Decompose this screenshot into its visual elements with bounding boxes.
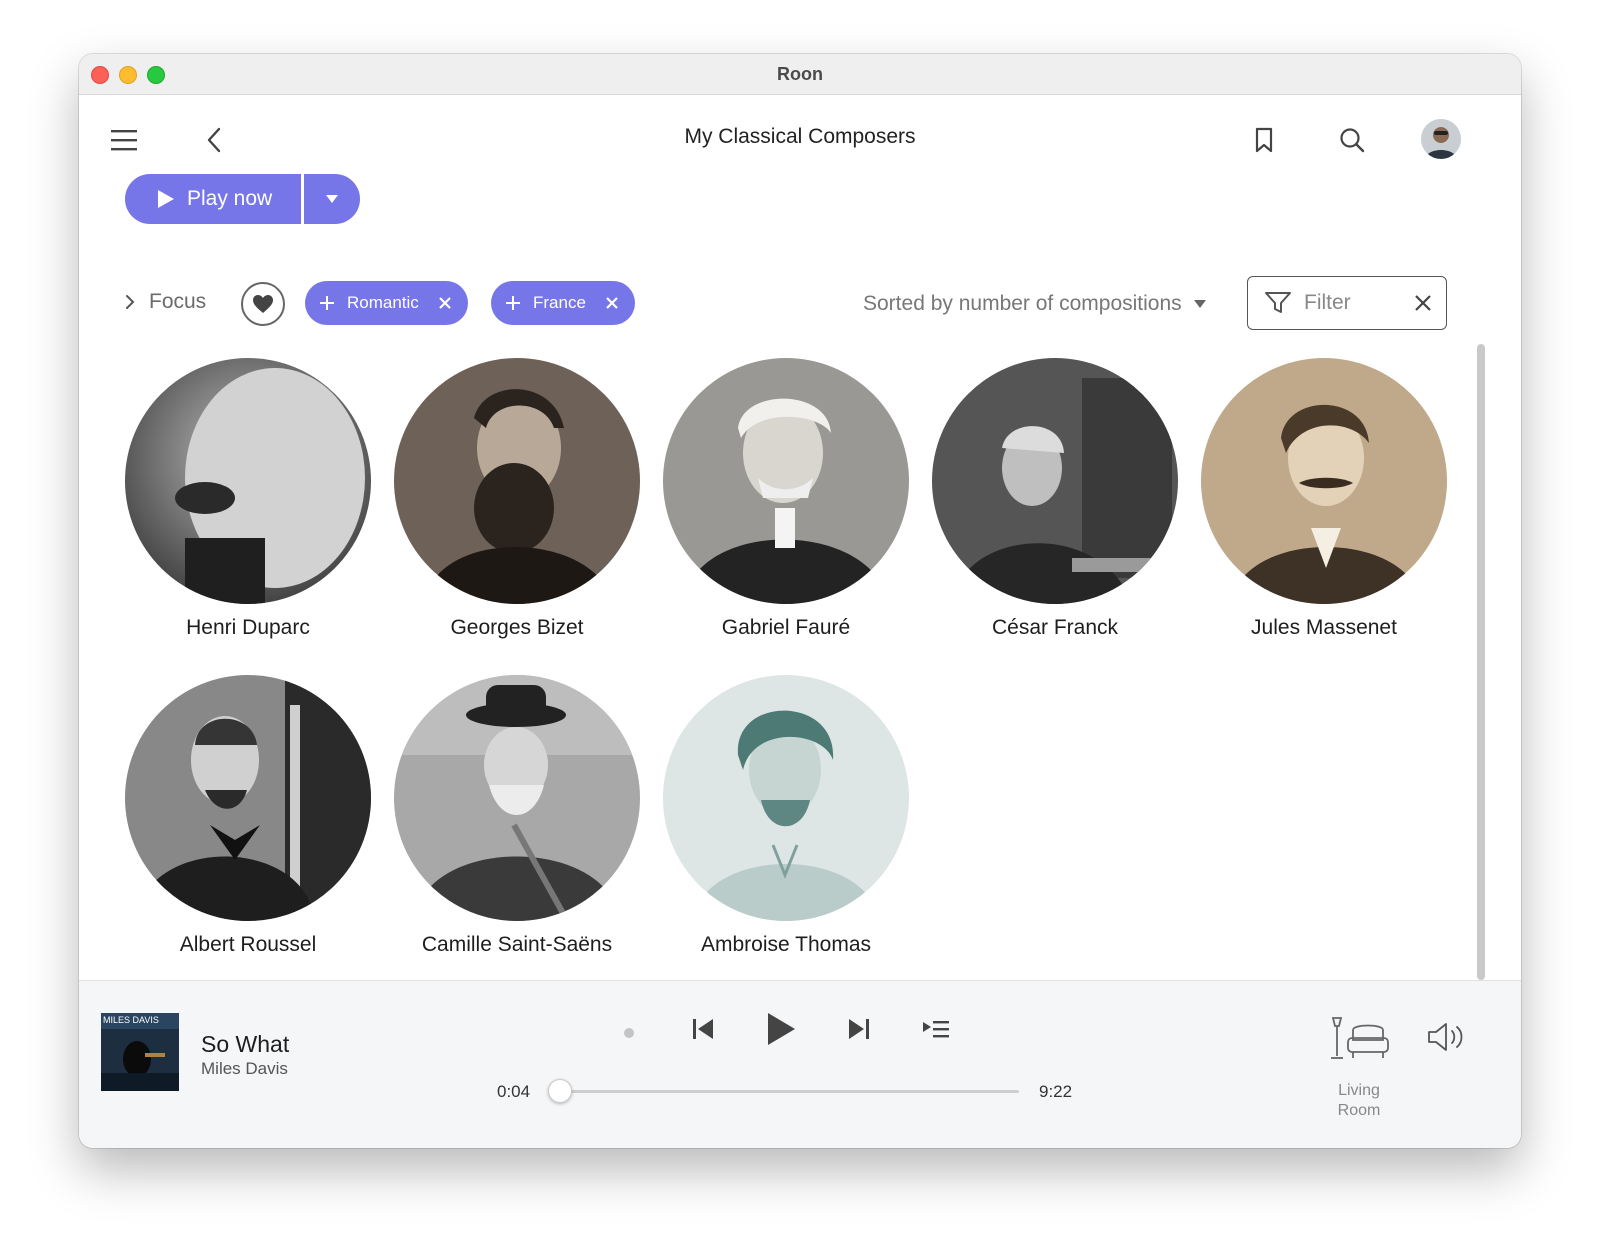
close-icon [1415, 295, 1431, 311]
album-art-text: MILES DAVIS [103, 1015, 159, 1025]
composer-card[interactable]: Jules Massenet [1201, 358, 1447, 640]
composer-name: Henri Duparc [186, 616, 310, 639]
user-avatar-icon [1421, 119, 1461, 159]
skip-next-icon [849, 1019, 869, 1039]
window-controls [91, 66, 165, 84]
composer-card[interactable]: Georges Bizet [394, 358, 640, 640]
composer-name: Ambroise Thomas [700, 933, 871, 956]
composer-name: Albert Roussel [179, 933, 317, 956]
scrollbar-thumb[interactable] [1477, 344, 1485, 980]
caret-down-icon [326, 195, 338, 203]
favorites-filter-button[interactable] [241, 282, 285, 326]
volume-button[interactable] [1425, 1019, 1471, 1055]
track-title[interactable]: So What [201, 1031, 289, 1058]
composer-card[interactable]: Henri Duparc [125, 358, 371, 640]
top-nav-bar: My Classical Composers [79, 95, 1521, 185]
title-bar: Roon [79, 54, 1521, 95]
composer-name: Camille Saint-Saëns [421, 933, 613, 956]
filter-bar: Focus Romantic France Sorted by number o… [79, 276, 1521, 332]
composer-card[interactable]: Gabriel Fauré [663, 358, 909, 640]
zone-picker-button[interactable] [1325, 1015, 1395, 1063]
remove-chip-button[interactable] [438, 296, 452, 310]
seek-track[interactable] [557, 1090, 1019, 1093]
radio-toggle[interactable] [617, 1021, 641, 1045]
chevron-right-icon [126, 295, 135, 309]
play-icon [768, 1013, 795, 1045]
zone-name-line: Living [1338, 1082, 1380, 1099]
composer-card[interactable]: Albert Roussel [125, 675, 371, 957]
now-playing-bar: MILES DAVIS So What Miles Davis 0:04 9:2… [79, 980, 1521, 1148]
composer-card[interactable]: César Franck [932, 358, 1178, 640]
composer-portrait [125, 675, 371, 921]
zone-name[interactable]: Living Room [1319, 1081, 1399, 1121]
composer-card[interactable]: Ambroise Thomas [663, 675, 909, 957]
focus-label: Focus [149, 290, 207, 313]
plus-icon [320, 296, 334, 310]
filter-field[interactable] [1247, 276, 1447, 330]
filter-chip-label: France [533, 293, 586, 312]
close-icon [439, 297, 451, 309]
sort-label: Sorted by number of compositions [863, 292, 1182, 315]
filter-chip-france[interactable]: France [491, 281, 635, 325]
zone-name-line: Room [1337, 1102, 1381, 1119]
bookmark-button[interactable] [1247, 123, 1281, 157]
queue-icon [923, 1021, 949, 1038]
composer-portrait [125, 358, 371, 604]
living-room-zone-icon [1331, 1017, 1389, 1059]
clear-filter-button[interactable] [1414, 294, 1432, 312]
play-now-group: Play now [125, 174, 360, 224]
profile-avatar[interactable] [1421, 119, 1461, 159]
heart-icon [253, 295, 273, 313]
composer-portrait [394, 358, 640, 604]
speaker-icon [1428, 1023, 1463, 1051]
composer-portrait [1201, 358, 1447, 604]
search-icon [1340, 128, 1365, 153]
composer-name: César Franck [991, 616, 1119, 639]
track-artist[interactable]: Miles Davis [201, 1059, 288, 1079]
filter-input[interactable] [1304, 291, 1404, 315]
close-icon [606, 297, 618, 309]
composer-card[interactable]: Camille Saint-Saëns [394, 675, 640, 957]
funnel-icon [1265, 292, 1291, 313]
composer-name: Georges Bizet [450, 616, 584, 639]
skip-previous-icon [693, 1019, 713, 1039]
composer-portrait [932, 358, 1178, 604]
desktop: Roon My Classical Composers Play now Foc… [0, 0, 1600, 1252]
sort-dropdown[interactable]: Sorted by number of compositions [863, 292, 1206, 316]
composer-name: Gabriel Fauré [721, 616, 851, 639]
search-button[interactable] [1335, 123, 1369, 157]
filter-chip-romantic[interactable]: Romantic [305, 281, 468, 325]
plus-icon [506, 296, 520, 310]
bookmark-icon [1255, 127, 1273, 153]
window-title: Roon [777, 63, 823, 84]
dot-icon [624, 1028, 634, 1038]
album-art[interactable]: MILES DAVIS [101, 1013, 179, 1091]
app-window: Roon My Classical Composers Play now Foc… [79, 54, 1521, 1148]
play-now-label: Play now [187, 187, 273, 210]
caret-down-icon [1193, 300, 1206, 308]
play-now-button[interactable]: Play now [125, 174, 301, 224]
minimize-window-button[interactable] [119, 66, 137, 84]
remove-chip-button[interactable] [605, 296, 619, 310]
composer-portrait [394, 675, 640, 921]
queue-button[interactable] [919, 1013, 953, 1045]
composer-name: Jules Massenet [1251, 616, 1397, 639]
page-title: My Classical Composers [684, 125, 916, 148]
next-track-button[interactable] [843, 1013, 875, 1045]
close-window-button[interactable] [91, 66, 109, 84]
previous-track-button[interactable] [687, 1013, 719, 1045]
play-options-dropdown[interactable] [304, 174, 360, 224]
total-duration: 9:22 [1039, 1082, 1073, 1101]
seek-handle[interactable] [548, 1079, 573, 1103]
play-icon [158, 190, 174, 208]
zoom-window-button[interactable] [147, 66, 165, 84]
composer-portrait [663, 675, 909, 921]
composer-portrait [663, 358, 909, 604]
focus-toggle[interactable]: Focus [125, 290, 206, 314]
play-button[interactable] [761, 1009, 801, 1049]
elapsed-time: 0:04 [497, 1082, 531, 1101]
filter-chip-label: Romantic [347, 293, 419, 312]
